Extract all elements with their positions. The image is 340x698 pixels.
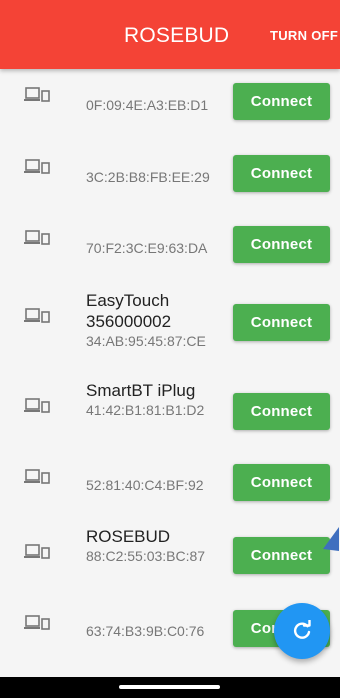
device-address: 88:C2:55:03:BC:87 bbox=[86, 548, 206, 564]
home-indicator[interactable] bbox=[119, 685, 220, 689]
pointer-cursor-icon bbox=[323, 527, 339, 551]
app-bar: ROSEBUD TURN OFF bbox=[0, 0, 340, 69]
device-name: SmartBT iPlug bbox=[86, 381, 196, 400]
turn-off-button[interactable]: TURN OFF bbox=[270, 28, 338, 43]
refresh-icon bbox=[293, 620, 311, 639]
device-icon bbox=[24, 230, 50, 245]
device-address: 0F:09:4E:A3:EB:D1 bbox=[86, 97, 209, 113]
connect-button[interactable]: Connect bbox=[233, 226, 330, 263]
device-list[interactable]: 0F:09:4E:A3:EB:D1 Connect 3C:2B:B8:FB:EE… bbox=[0, 69, 340, 654]
device-name: EasyTouch 356000002 bbox=[86, 291, 172, 331]
device-name: ROSEBUD bbox=[86, 527, 171, 546]
device-address: 34:AB:95:45:87:CE bbox=[86, 333, 206, 349]
device-icon bbox=[24, 544, 50, 559]
device-icon bbox=[24, 469, 50, 484]
device-address: 3C:2B:B8:FB:EE:29 bbox=[86, 169, 210, 185]
connect-button[interactable]: Connect bbox=[233, 393, 330, 430]
connect-button[interactable]: Connect bbox=[233, 83, 330, 120]
connect-button[interactable]: Connect bbox=[233, 464, 330, 501]
device-address: 63:74:B3:9B:C0:76 bbox=[86, 623, 205, 639]
refresh-button[interactable] bbox=[274, 603, 330, 659]
connect-button[interactable]: Connect bbox=[233, 304, 330, 341]
device-icon bbox=[24, 398, 50, 413]
device-address: 70:F2:3C:E9:63:DA bbox=[86, 240, 208, 256]
device-address: 52:81:40:C4:BF:92 bbox=[86, 477, 204, 493]
device-icon bbox=[24, 159, 50, 174]
device-icon bbox=[24, 308, 50, 323]
system-nav-bar bbox=[0, 677, 340, 698]
device-icon bbox=[24, 615, 50, 630]
device-icon bbox=[24, 87, 50, 102]
app-title: ROSEBUD bbox=[124, 24, 230, 47]
connect-button[interactable]: Connect bbox=[233, 155, 330, 192]
device-address: 41:42:B1:81:B1:D2 bbox=[86, 402, 205, 418]
connect-button[interactable]: Connect bbox=[233, 537, 330, 574]
